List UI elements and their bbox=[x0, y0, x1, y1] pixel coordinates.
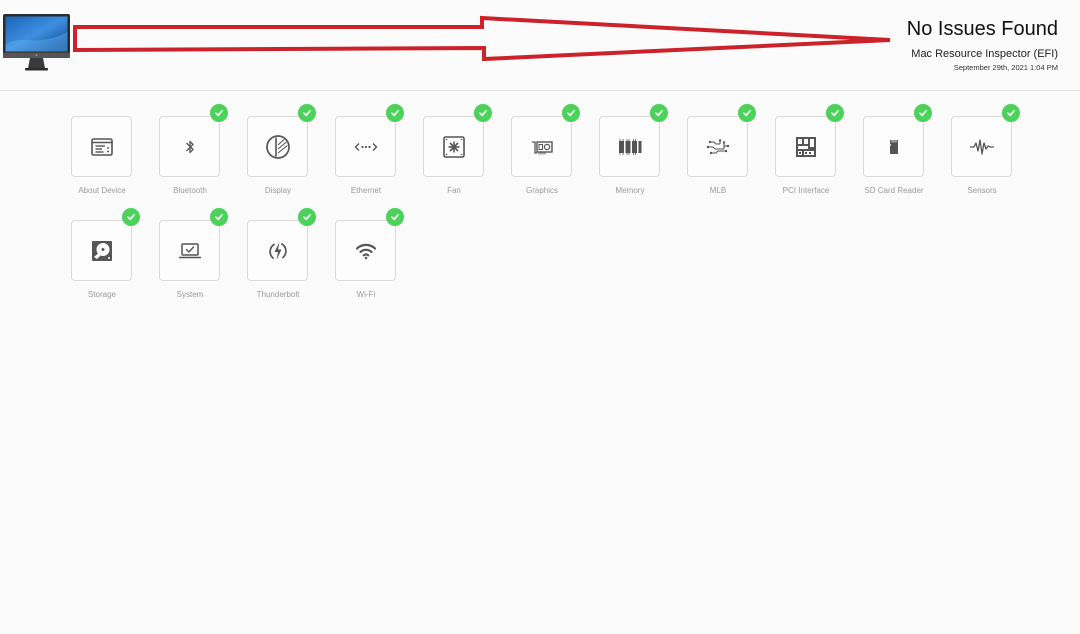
check-badge-icon bbox=[826, 104, 844, 122]
tile-label: Graphics bbox=[525, 186, 558, 195]
about-device-icon bbox=[90, 137, 113, 156]
sd-card-icon bbox=[889, 139, 898, 154]
tile-label: Wi-Fi bbox=[356, 290, 376, 299]
system-laptop-icon bbox=[178, 242, 201, 258]
wifi-icon bbox=[355, 243, 376, 259]
tile-graphics-box[interactable] bbox=[511, 116, 572, 177]
tile-label: Storage bbox=[87, 290, 117, 299]
tile-graphics[interactable]: Graphics bbox=[498, 104, 586, 212]
tile-about-device[interactable]: About Device bbox=[58, 112, 146, 212]
storage-icon bbox=[91, 240, 112, 261]
tile-sd-card-reader-box[interactable] bbox=[863, 116, 924, 177]
tile-label: System bbox=[176, 290, 204, 299]
tile-label: Ethernet bbox=[350, 186, 382, 195]
tile-label: SD Card Reader bbox=[864, 186, 924, 195]
thunderbolt-icon bbox=[268, 241, 287, 260]
check-badge-icon bbox=[738, 104, 756, 122]
tile-label: MLB bbox=[709, 186, 727, 195]
header-divider bbox=[0, 90, 1080, 91]
sensors-icon bbox=[969, 138, 994, 155]
tile-label: Bluetooth bbox=[173, 186, 207, 195]
tile-label: PCI Interface bbox=[782, 186, 830, 195]
tile-mlb-box[interactable] bbox=[687, 116, 748, 177]
tile-bluetooth-box[interactable] bbox=[159, 116, 220, 177]
tile-display-box[interactable] bbox=[247, 116, 308, 177]
app-name: Mac Resource Inspector (EFI) bbox=[911, 48, 1058, 60]
check-badge-icon bbox=[298, 208, 316, 226]
status-title: No Issues Found bbox=[906, 18, 1058, 40]
tile-wifi[interactable]: Wi-Fi bbox=[322, 208, 410, 316]
tile-label: About Device bbox=[78, 186, 126, 195]
logic-board-icon bbox=[706, 138, 729, 154]
check-badge-icon bbox=[210, 104, 228, 122]
memory-icon bbox=[618, 138, 641, 155]
tile-bluetooth[interactable]: Bluetooth bbox=[146, 104, 234, 212]
tile-thunderbolt-box[interactable] bbox=[247, 220, 308, 281]
red-arrow-annotation bbox=[73, 15, 891, 62]
display-icon bbox=[265, 134, 290, 159]
tile-mlb[interactable]: MLB bbox=[674, 104, 762, 212]
tile-sensors-box[interactable] bbox=[951, 116, 1012, 177]
tile-system[interactable]: System bbox=[146, 208, 234, 316]
tile-label: Sensors bbox=[967, 186, 997, 195]
tile-storage-box[interactable] bbox=[71, 220, 132, 281]
imac-icon bbox=[3, 14, 70, 71]
check-badge-icon bbox=[914, 104, 932, 122]
check-badge-icon bbox=[386, 208, 404, 226]
check-badge-icon bbox=[298, 104, 316, 122]
tile-memory[interactable]: Memory bbox=[586, 104, 674, 212]
check-badge-icon bbox=[562, 104, 580, 122]
tile-about-device-box[interactable] bbox=[71, 116, 132, 177]
tile-label: Memory bbox=[615, 186, 645, 195]
check-badge-icon bbox=[386, 104, 404, 122]
tile-label: Fan bbox=[447, 186, 461, 195]
check-badge-icon bbox=[1002, 104, 1020, 122]
check-badge-icon bbox=[474, 104, 492, 122]
check-badge-icon bbox=[210, 208, 228, 226]
pci-interface-icon bbox=[795, 136, 816, 157]
tile-memory-box[interactable] bbox=[599, 116, 660, 177]
tile-fan[interactable]: Fan bbox=[410, 104, 498, 212]
tile-sd-card-reader[interactable]: SD Card Reader bbox=[850, 104, 938, 212]
tile-display[interactable]: Display bbox=[234, 104, 322, 212]
tile-system-box[interactable] bbox=[159, 220, 220, 281]
graphics-card-icon bbox=[531, 140, 553, 154]
fan-icon bbox=[442, 135, 465, 158]
check-badge-icon bbox=[650, 104, 668, 122]
header: No Issues Found Mac Resource Inspector (… bbox=[0, 0, 1080, 90]
scan-timestamp: September 29th, 2021 1:04 PM bbox=[953, 63, 1058, 72]
tile-storage[interactable]: Storage bbox=[58, 208, 146, 316]
tile-wifi-box[interactable] bbox=[335, 220, 396, 281]
tile-sensors[interactable]: Sensors bbox=[938, 104, 1026, 212]
tile-ethernet[interactable]: Ethernet bbox=[322, 104, 410, 212]
tile-pci-interface[interactable]: PCI Interface bbox=[762, 104, 850, 212]
tile-ethernet-box[interactable] bbox=[335, 116, 396, 177]
check-badge-icon bbox=[122, 208, 140, 226]
tile-label: Display bbox=[264, 186, 292, 195]
tile-thunderbolt[interactable]: Thunderbolt bbox=[234, 208, 322, 316]
tile-pci-interface-box[interactable] bbox=[775, 116, 836, 177]
bluetooth-icon bbox=[185, 140, 194, 153]
tile-fan-box[interactable] bbox=[423, 116, 484, 177]
tile-label: Thunderbolt bbox=[256, 290, 300, 299]
ethernet-icon bbox=[354, 142, 377, 151]
